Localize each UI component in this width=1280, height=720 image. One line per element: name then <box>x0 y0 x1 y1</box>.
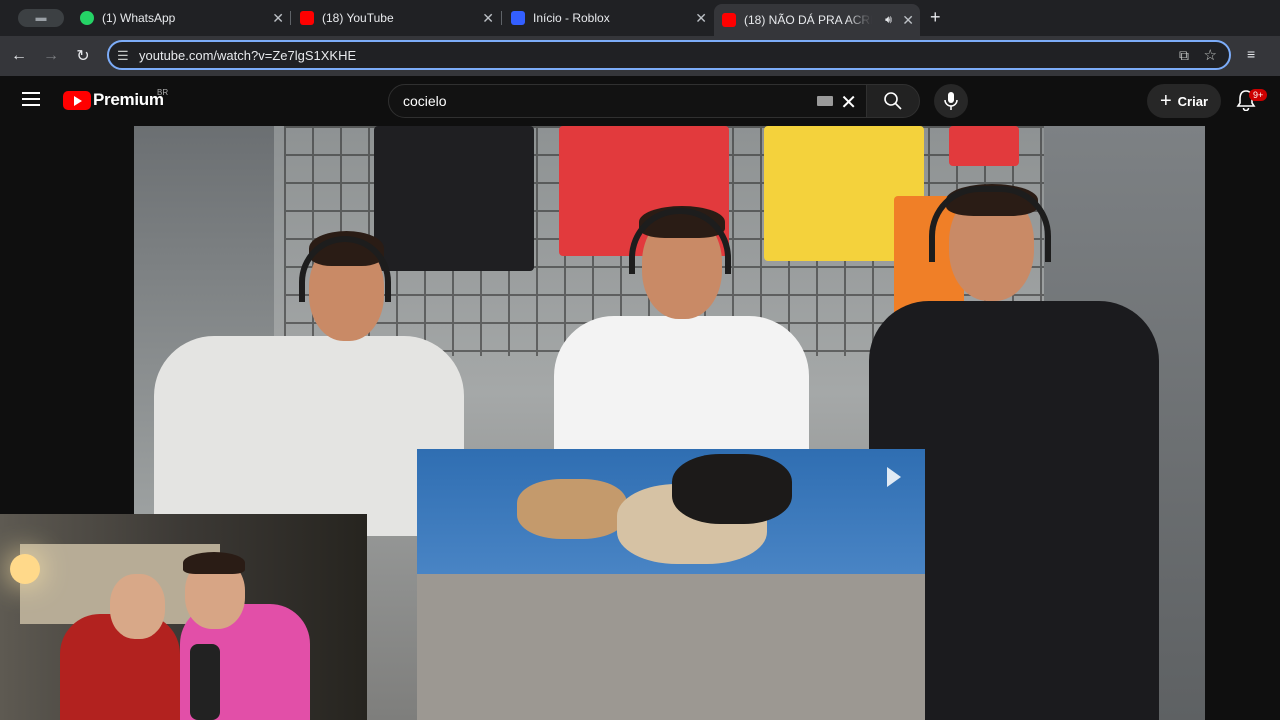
youtube-icon <box>300 11 314 25</box>
webcam-overlay <box>0 514 367 720</box>
tab-roblox[interactable]: Início - Roblox ✕ <box>503 4 713 32</box>
search-input[interactable]: cocielo ✕ <box>388 84 868 118</box>
dog-black <box>672 454 792 524</box>
youtube-logo[interactable]: Premium BR <box>63 88 168 110</box>
youtube-header: Premium BR cocielo ✕ + Criar 9+ <box>0 76 1280 126</box>
tab-group-pill[interactable]: ▬ <box>18 9 64 27</box>
plus-icon: + <box>1159 89 1172 112</box>
create-label: Criar <box>1177 93 1209 109</box>
install-app-icon[interactable]: ⧉ <box>1179 47 1189 64</box>
logo-text: Premium <box>93 90 164 109</box>
roblox-icon <box>511 11 525 25</box>
site-settings-icon[interactable]: ☰ <box>117 48 129 64</box>
black-shirt <box>374 126 534 271</box>
close-icon[interactable]: ✕ <box>272 10 284 27</box>
reading-list-icon[interactable]: ≡ <box>1247 46 1255 62</box>
search-query: cocielo <box>403 93 447 109</box>
keyboard-icon[interactable] <box>817 96 833 106</box>
headphones <box>929 186 1051 262</box>
forward-button[interactable]: → <box>39 44 63 68</box>
white-shirt <box>554 316 809 456</box>
microphone <box>190 644 220 720</box>
new-tab-button[interactable]: + <box>930 7 941 28</box>
play-arrow-icon <box>887 467 901 487</box>
tab-title: Início - Roblox <box>533 11 610 25</box>
search-button[interactable] <box>866 84 920 118</box>
lamp <box>10 554 40 584</box>
voice-search-button[interactable] <box>934 84 968 118</box>
bookmark-star-icon[interactable]: ☆ <box>1204 46 1217 64</box>
tab-youtube[interactable]: (18) YouTube ✕ <box>292 4 500 32</box>
menu-icon[interactable] <box>22 92 40 106</box>
notification-badge: 9+ <box>1249 89 1268 101</box>
tab-title: (18) YouTube <box>322 11 394 25</box>
tab-title: (1) WhatsApp <box>102 11 176 25</box>
search-icon <box>884 92 902 110</box>
tab-group-icon: ▬ <box>35 12 47 24</box>
region-code: BR <box>157 88 169 97</box>
woman-face <box>110 574 165 639</box>
tab-separator <box>290 11 291 25</box>
tab-active-video[interactable]: (18) NÃO DÁ PRA ACREDITAR 🔊︎ ✕ <box>714 4 920 36</box>
tab-separator <box>501 11 502 25</box>
browser-toolbar: ← → ↻ ☰ youtube.com/watch?v=Ze7lgS1XKHE … <box>0 36 1280 76</box>
close-icon[interactable]: ✕ <box>902 12 914 29</box>
man-hair <box>183 552 245 574</box>
clear-search-icon[interactable]: ✕ <box>840 90 857 115</box>
address-url: youtube.com/watch?v=Ze7lgS1XKHE <box>139 48 357 63</box>
create-button[interactable]: + Criar <box>1147 84 1221 118</box>
browser-tab-strip: ▬ (1) WhatsApp ✕ (18) YouTube ✕ Início -… <box>0 0 1280 36</box>
dog-brown <box>517 479 627 539</box>
back-button[interactable]: ← <box>7 44 31 68</box>
close-icon[interactable]: ✕ <box>482 10 494 27</box>
inset-dog-clip <box>417 449 925 720</box>
speaker-icon[interactable]: 🔊︎ <box>885 14 892 27</box>
reload-button[interactable]: ↻ <box>71 44 95 68</box>
youtube-icon <box>722 13 736 27</box>
close-icon[interactable]: ✕ <box>695 10 707 27</box>
youtube-play-icon <box>63 90 91 110</box>
tab-whatsapp[interactable]: (1) WhatsApp ✕ <box>80 4 290 32</box>
whatsapp-icon <box>80 11 94 25</box>
ground <box>417 574 925 720</box>
microphone-icon <box>944 92 958 110</box>
address-bar[interactable]: ☰ youtube.com/watch?v=Ze7lgS1XKHE ⧉ ☆ <box>107 40 1231 70</box>
tab-title: (18) NÃO DÁ PRA ACREDITAR <box>744 13 872 27</box>
spiderman-shirt <box>949 126 1019 166</box>
